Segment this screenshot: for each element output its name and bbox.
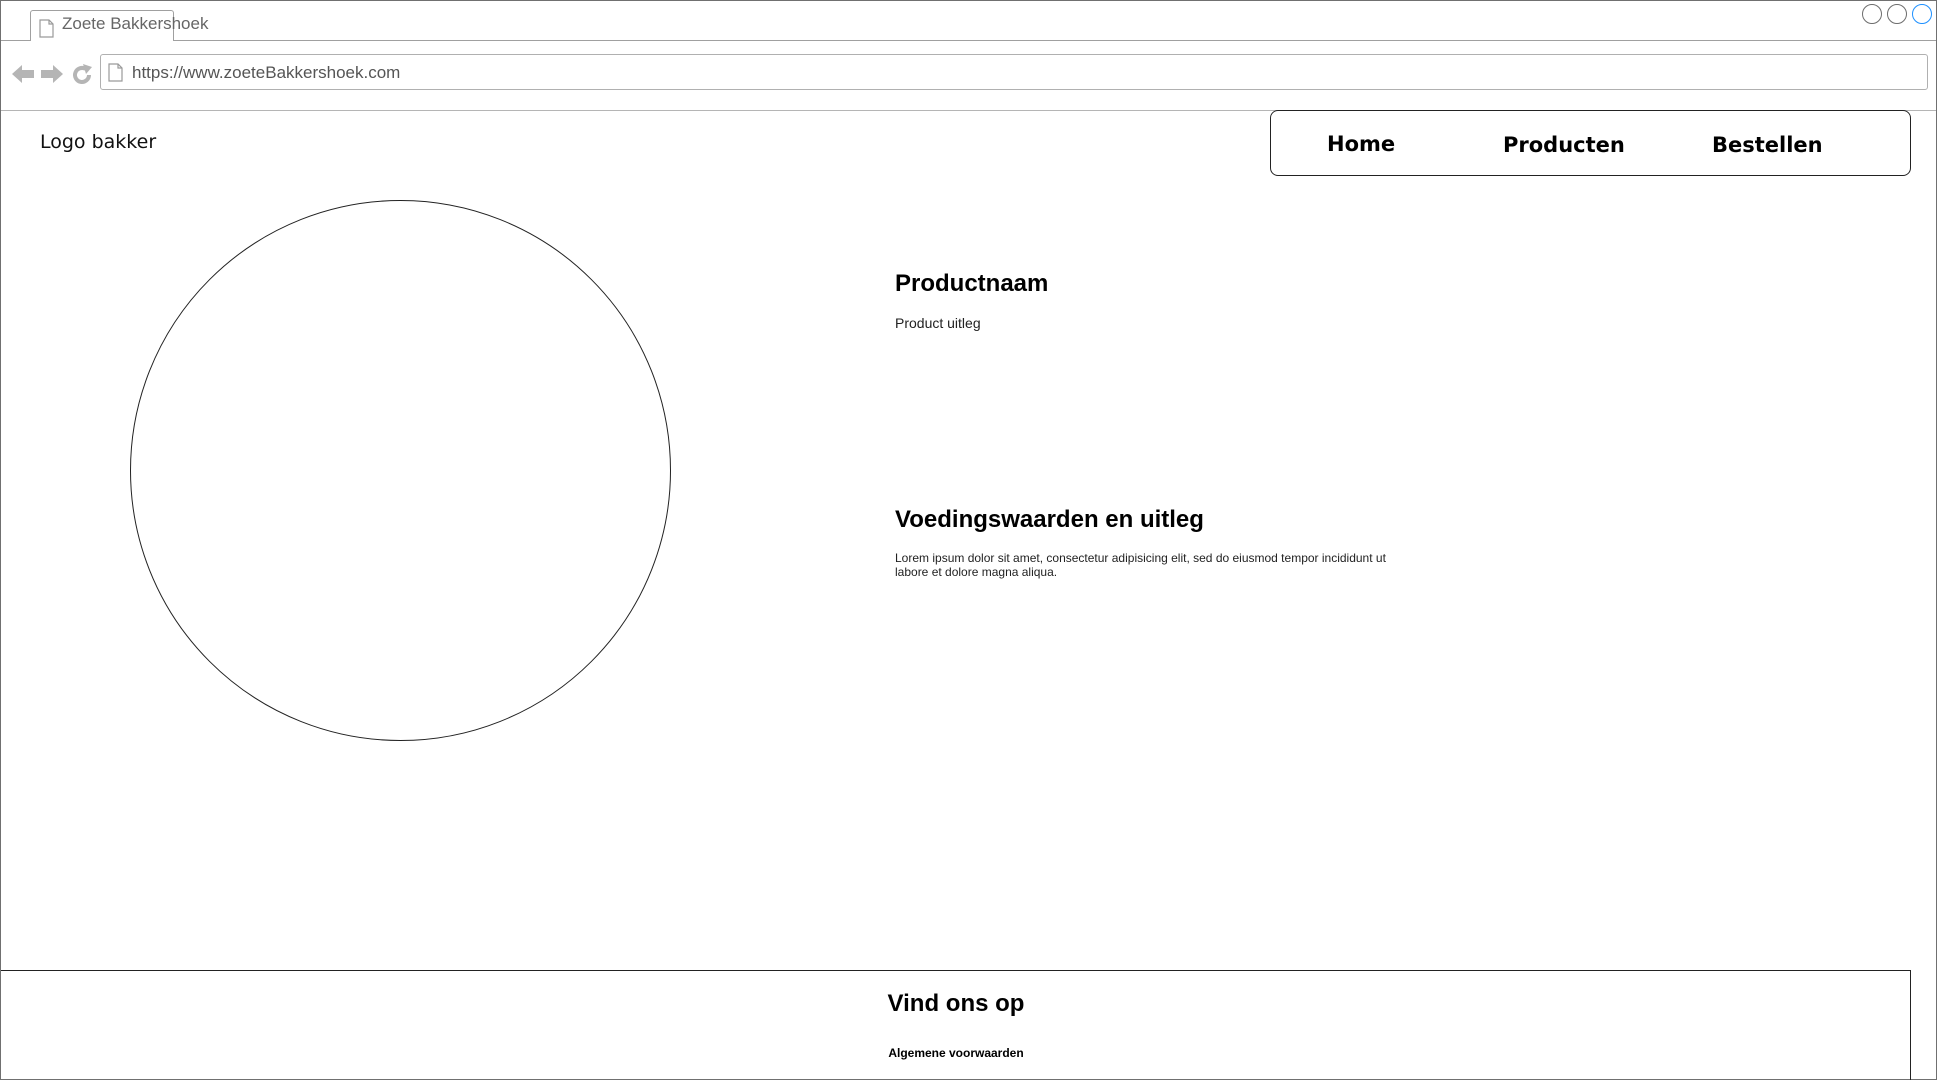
logo[interactable]: Logo bakker [40,131,156,153]
reload-icon[interactable] [70,63,94,92]
footer-heading: Vind ons op [887,990,1025,1017]
page-icon [108,63,123,87]
url-text: https://www.zoeteBakkershoek.com [132,63,401,82]
main-navigation: Home Producten Bestellen [1270,110,1911,176]
footer: Vind ons op Algemene voorwaarden [1,970,1911,1080]
nav-link-bestellen[interactable]: Bestellen [1712,133,1823,157]
maximize-window-button[interactable] [1887,4,1907,24]
back-arrow-icon[interactable] [11,63,35,90]
nutrition-text: Lorem ipsum dolor sit amet, consectetur … [895,551,1386,579]
product-name: Productnaam [895,270,1049,297]
browser-tab[interactable]: Zoete Bakkershoek [30,10,208,43]
address-bar[interactable]: https://www.zoeteBakkershoek.com [100,54,1928,90]
page-icon [39,19,54,43]
nutrition-heading: Voedingswaarden en uitleg [895,506,1204,533]
tab-title: Zoete Bakkershoek [62,14,209,33]
forward-arrow-icon[interactable] [40,63,64,90]
terms-link[interactable]: Algemene voorwaarden [1,1046,1911,1060]
nav-link-home[interactable]: Home [1327,132,1395,156]
product-description: Product uitleg [895,315,981,331]
product-image-placeholder [130,200,671,741]
tab-bar [1,1,1936,41]
minimize-window-button[interactable] [1862,4,1882,24]
nav-link-producten[interactable]: Producten [1503,133,1625,157]
close-window-button[interactable] [1912,4,1932,24]
